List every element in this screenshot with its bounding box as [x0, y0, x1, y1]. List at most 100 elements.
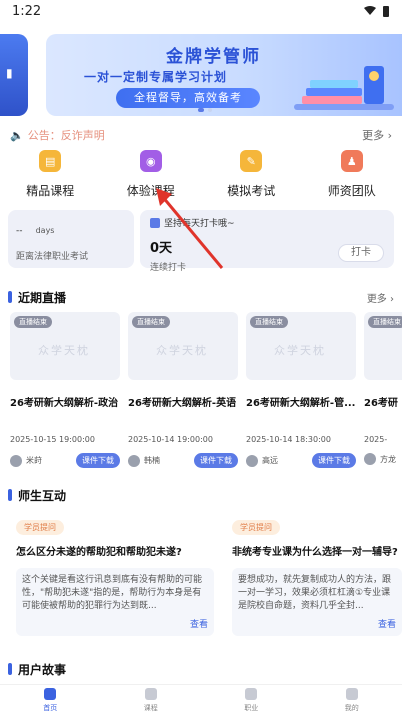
notice-more-link[interactable]: 更多 ›	[362, 127, 392, 143]
courseware-download-button[interactable]: 课件下载	[76, 453, 120, 468]
nav-tab-label: 课程	[143, 704, 158, 712]
battery-icon	[383, 6, 389, 17]
live-time: 2025-10-14 19:00:00	[128, 435, 213, 444]
checkin-header: 坚持每天打卡哦~	[164, 219, 235, 229]
qa-answer-text: 要想成功，就先复制成功人的方法，跟一对一学习，效果必须杠杠滴①专业课是院校自命题…	[238, 575, 392, 611]
live-thumbnail[interactable]: 直播结束 众学天枕	[246, 312, 356, 380]
quick-action-teacher-team[interactable]: ♟ 师资团队	[302, 150, 402, 200]
course-icon: ▤	[39, 150, 62, 172]
live-thumbnail[interactable]: 直播结束 众学天枕	[128, 312, 238, 380]
qa-card[interactable]: 学员提问 怎么区分未遂的帮助犯和帮助犯未遂? 这个关键是看这行讯息到底有没有帮助…	[16, 515, 214, 636]
section-accent-bar	[8, 663, 12, 675]
banner-dot-active	[198, 108, 204, 112]
checkin-card: 坚持每天打卡哦~ 0天 连续打卡 打卡	[140, 210, 394, 273]
checkin-button[interactable]: 打卡	[338, 244, 384, 262]
interaction-section-title: 师生互动	[18, 488, 67, 503]
interaction-section-header: 师生互动	[8, 486, 394, 504]
trial-course-icon: ◉	[139, 150, 162, 172]
live-list[interactable]: 直播结束 众学天枕 26考研新大纲解析-政治 2025-10-15 19:00:…	[10, 312, 402, 472]
teacher-name: 方龙	[380, 454, 396, 464]
live-card[interactable]: 直播结束 众学天枕 26考研新大纲解析-政治 2025-10-15 19:00:…	[10, 312, 120, 472]
live-ended-badge: 直播结束	[368, 316, 402, 328]
live-card[interactable]: 直播结束 26考研 2025- 方龙	[364, 312, 402, 472]
book-icon	[144, 688, 157, 700]
live-time: 2025-10-15 19:00:00	[10, 435, 95, 444]
live-ended-badge: 直播结束	[132, 316, 170, 328]
quick-action-label: 体验课程	[126, 184, 175, 198]
phone-icon: ▮	[6, 66, 13, 80]
nav-tab-label: 我的	[344, 704, 359, 712]
briefcase-icon	[245, 688, 258, 700]
courseware-download-button[interactable]: 课件下载	[194, 453, 238, 468]
status-icons	[364, 5, 390, 17]
qa-answer: 要想成功，就先复制成功人的方法，跟一对一学习，效果必须杠杠滴①专业课是院校自命题…	[232, 568, 402, 636]
live-title: 26考研	[364, 398, 398, 409]
live-title: 26考研新大纲解析-管...	[246, 398, 356, 409]
watermark: 众学天枕	[156, 344, 208, 357]
live-card[interactable]: 直播结束 众学天枕 26考研新大纲解析-管... 2025-10-14 18:3…	[246, 312, 356, 472]
bottom-nav: 首页 课程 职业 我的	[0, 684, 402, 716]
exam-countdown-card[interactable]: -- days 距离法律职业考试	[8, 210, 134, 268]
qa-answer-text: 这个关键是看这行讯息到底有没有帮助的可能性，"帮助犯未遂"指的是，帮助行为本身是…	[22, 575, 203, 611]
qa-question: 怎么区分未遂的帮助犯和帮助犯未遂?	[16, 547, 182, 558]
notice-text[interactable]: 公告：反诈声明	[28, 127, 362, 143]
banner-pagination	[198, 108, 212, 112]
status-bar: 1:22	[0, 0, 402, 22]
avatar	[364, 453, 376, 465]
countdown-days-label: days	[35, 226, 55, 235]
nav-tab-profile[interactable]: 我的	[302, 685, 402, 716]
home-icon	[44, 688, 57, 700]
teacher-name: 米莳	[26, 456, 42, 465]
courseware-download-button[interactable]: 课件下载	[312, 453, 356, 468]
live-title: 26考研新大纲解析-英语	[128, 398, 237, 409]
banner-dot	[208, 108, 212, 112]
live-thumbnail[interactable]: 直播结束 众学天枕	[10, 312, 120, 380]
live-ended-badge: 直播结束	[250, 316, 288, 328]
countdown-days: --	[16, 226, 23, 236]
qa-card[interactable]: 学员提问 非统考专业课为什么选择一对一辅导? 要想成功，就先复制成功人的方法，跟…	[232, 515, 402, 636]
quick-actions: ▤ 精品课程 ◉ 体验课程 ✎ 模拟考试 ♟ 师资团队	[0, 150, 402, 200]
quick-action-label: 模拟考试	[227, 184, 276, 198]
section-accent-bar	[8, 291, 12, 303]
banner-slide[interactable]: 金牌学管师 一对一定制专属学习计划 全程督导，高效备考	[46, 34, 402, 116]
qa-question: 非统考专业课为什么选择一对一辅导?	[232, 547, 398, 558]
avatar	[246, 454, 258, 467]
live-card[interactable]: 直播结束 众学天枕 26考研新大纲解析-英语 2025-10-14 19:00:…	[128, 312, 238, 472]
live-time: 2025-	[364, 435, 388, 444]
banner-prev-slide[interactable]: ▮	[0, 34, 28, 116]
qa-view-link[interactable]: 查看	[378, 619, 396, 632]
avatar	[10, 454, 22, 467]
mock-exam-icon: ✎	[240, 150, 263, 172]
student-question-tag: 学员提问	[16, 520, 64, 535]
speaker-icon: 🔈	[10, 128, 24, 142]
teacher-name: 韩楠	[144, 456, 160, 465]
status-time: 1:22	[12, 3, 42, 19]
wifi-icon	[364, 6, 376, 15]
live-more-link[interactable]: 更多 ›	[367, 290, 394, 305]
watermark: 众学天枕	[274, 344, 326, 357]
live-time: 2025-10-14 18:30:00	[246, 435, 331, 444]
nav-tab-career[interactable]: 职业	[201, 685, 302, 716]
section-accent-bar	[8, 489, 12, 501]
books-illustration-icon	[294, 66, 394, 110]
quick-action-featured-courses[interactable]: ▤ 精品课程	[0, 150, 101, 200]
calendar-icon	[150, 217, 160, 228]
live-ended-badge: 直播结束	[14, 316, 52, 328]
avatar	[128, 454, 140, 467]
banner-carousel[interactable]: ▮ 金牌学管师 一对一定制专属学习计划 全程督导，高效备考	[0, 28, 402, 118]
qa-view-link[interactable]: 查看	[190, 619, 208, 632]
banner-title: 金牌学管师	[166, 47, 261, 67]
qa-answer: 这个关键是看这行讯息到底有没有帮助的可能性，"帮助犯未遂"指的是，帮助行为本身是…	[16, 568, 214, 636]
live-thumbnail[interactable]: 直播结束	[364, 312, 402, 380]
notice-bar[interactable]: 🔈 公告：反诈声明 更多 ›	[10, 124, 392, 146]
stories-section-title: 用户故事	[18, 662, 67, 677]
stories-section-header: 用户故事	[8, 660, 394, 678]
live-title: 26考研新大纲解析-政治	[10, 398, 119, 409]
nav-tab-courses[interactable]: 课程	[101, 685, 202, 716]
quick-action-trial-courses[interactable]: ◉ 体验课程	[101, 150, 202, 200]
teacher-team-icon: ♟	[340, 150, 363, 172]
quick-action-mock-exam[interactable]: ✎ 模拟考试	[201, 150, 302, 200]
nav-tab-home[interactable]: 首页	[0, 685, 101, 716]
nav-tab-label: 首页	[43, 704, 58, 712]
user-icon	[345, 688, 358, 700]
